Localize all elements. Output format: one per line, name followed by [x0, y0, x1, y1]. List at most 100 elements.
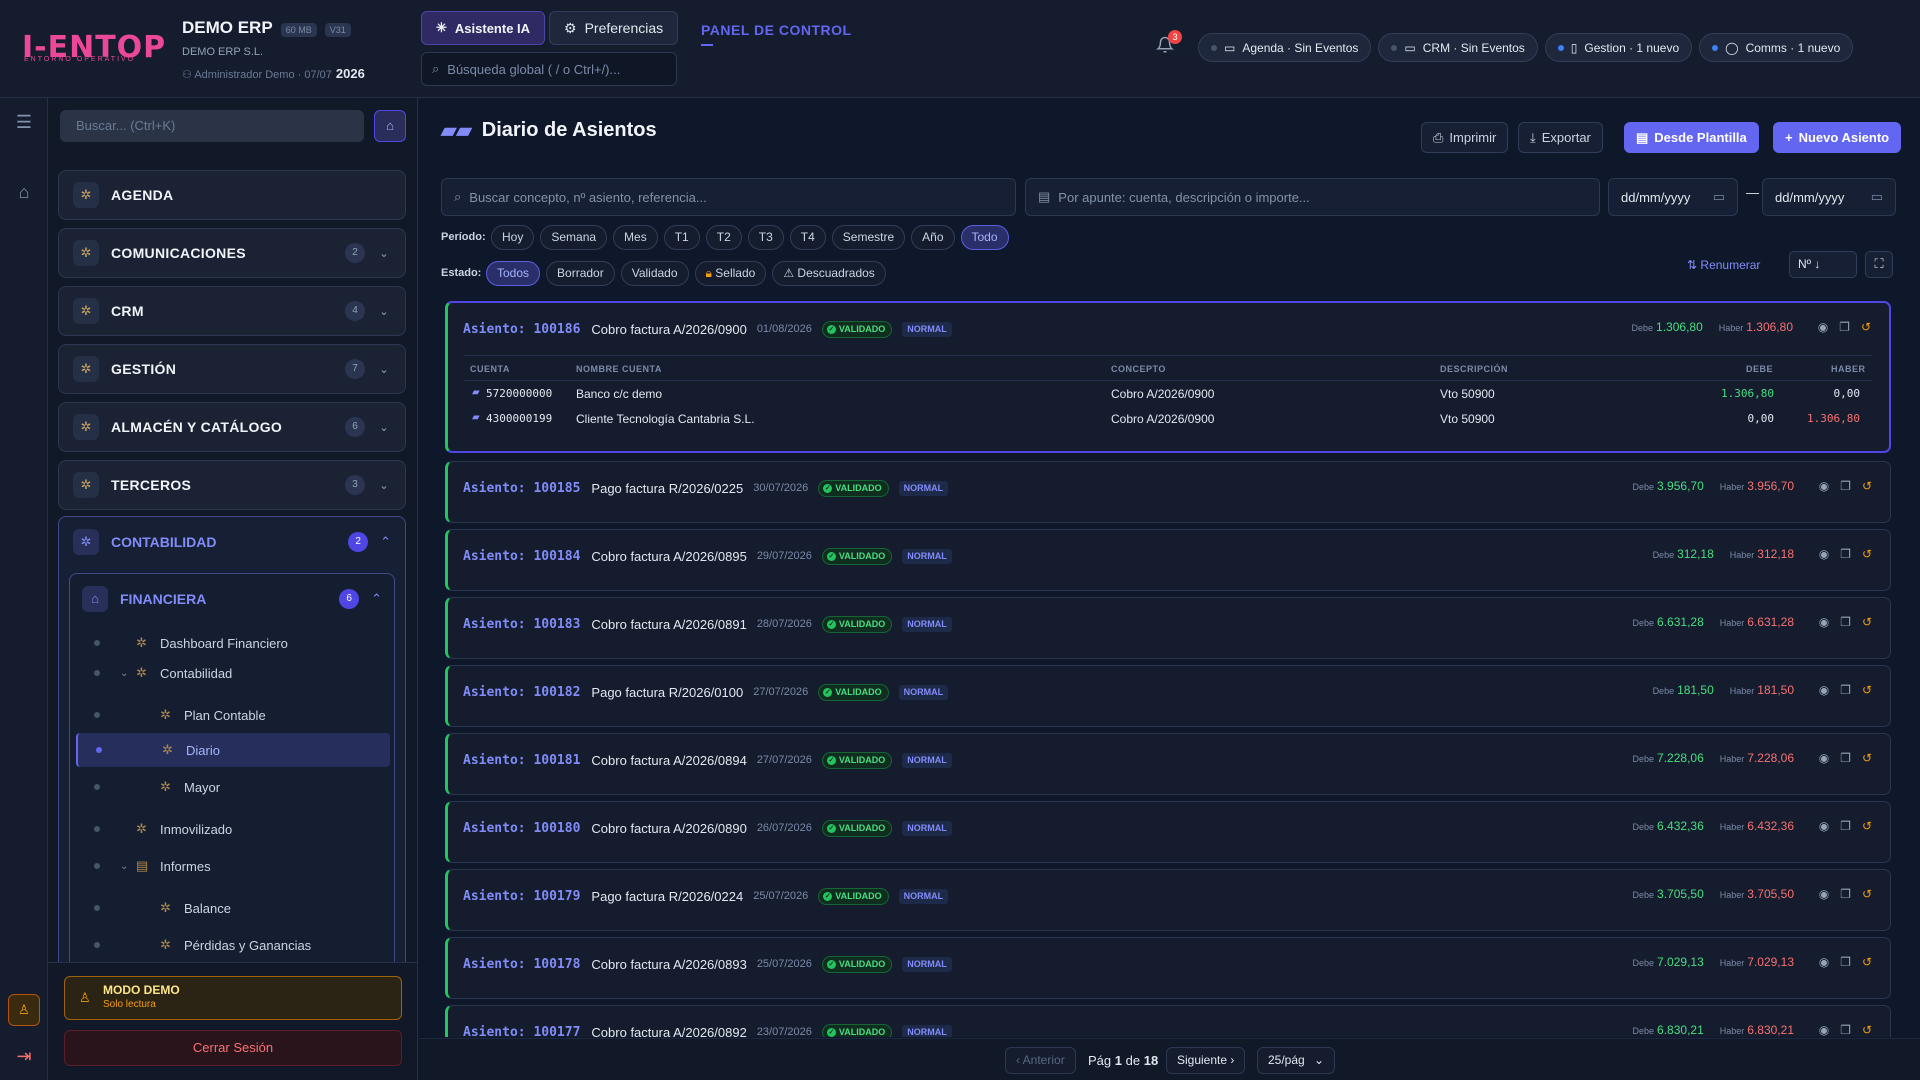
menu-icon[interactable]: ☰: [13, 112, 35, 134]
status-validado[interactable]: Validado: [620, 261, 689, 286]
revert-icon[interactable]: ↺: [1862, 615, 1872, 629]
control-panel-link[interactable]: PANEL DE CONTROL: [701, 22, 852, 46]
copy-icon[interactable]: ❐: [1840, 819, 1851, 833]
sidebar-item-almacen[interactable]: ✲ ALMACÉN Y CATÁLOGO 6 ⌄: [58, 402, 406, 452]
pill-comms[interactable]: ◯ Comms · 1 nuevo: [1699, 33, 1854, 62]
entry-card[interactable]: Asiento: 100181 Cobro factura A/2026/0894…: [445, 733, 1891, 795]
ai-assistant-button[interactable]: ✳ Asistente IA: [421, 11, 546, 45]
revert-icon[interactable]: ↺: [1862, 479, 1872, 493]
period-mes[interactable]: Mes: [613, 225, 658, 250]
financiera-header[interactable]: ⌂ FINANCIERA 6 ⌃: [70, 574, 394, 624]
entry-card[interactable]: Asiento: 100184 Cobro factura A/2026/0895…: [445, 529, 1891, 591]
copy-icon[interactable]: ❐: [1840, 1023, 1851, 1037]
entry-card[interactable]: Asiento: 100182 Pago factura R/2026/0100 2…: [445, 665, 1891, 727]
eye-icon[interactable]: ◉: [1819, 615, 1829, 629]
fullscreen-icon[interactable]: ⛶: [1865, 251, 1893, 278]
status-descuadrados[interactable]: ⚠ Descuadrados: [772, 261, 886, 286]
demo-mode-icon[interactable]: ♙: [8, 994, 40, 1026]
eye-icon[interactable]: ◉: [1819, 887, 1829, 901]
tree-item-dashboard[interactable]: ✲ Dashboard Financiero: [76, 626, 390, 660]
apunte-search-input[interactable]: ▤ Por apunte: cuenta, descripción o impor…: [1025, 178, 1600, 216]
from-template-button[interactable]: ▤ Desde Plantilla: [1624, 122, 1759, 153]
print-button[interactable]: ⎙ Imprimir: [1421, 122, 1509, 153]
next-page-button[interactable]: Siguiente ›: [1166, 1047, 1246, 1074]
sidebar-item-terceros[interactable]: ✲ TERCEROS 3 ⌄: [58, 460, 406, 510]
new-entry-button[interactable]: + Nuevo Asiento: [1773, 122, 1902, 153]
copy-icon[interactable]: ❐: [1840, 547, 1851, 561]
copy-icon[interactable]: ❐: [1839, 320, 1850, 334]
concept-search-input[interactable]: ⌕ Buscar concepto, nº asiento, referencia…: [441, 178, 1016, 216]
eye-icon[interactable]: ◉: [1819, 955, 1829, 969]
prev-page-button[interactable]: ‹ Anterior: [1005, 1047, 1076, 1074]
period-t2[interactable]: T2: [705, 225, 742, 250]
copy-icon[interactable]: ❐: [1840, 479, 1851, 493]
contabilidad-header[interactable]: ✲ CONTABILIDAD 2 ⌃: [59, 517, 405, 567]
eye-icon[interactable]: ◉: [1819, 1023, 1829, 1037]
entry-card[interactable]: Asiento: 100178 Cobro factura A/2026/0893…: [445, 937, 1891, 999]
status-sellado[interactable]: 🔒︎ Sellado: [694, 261, 767, 286]
eye-icon[interactable]: ◉: [1819, 819, 1829, 833]
table-row[interactable]: ▰ 4300000199 Cliente Tecnología Cantabria …: [464, 406, 1872, 431]
sidebar-item-agenda[interactable]: ✲ AGENDA: [58, 170, 406, 220]
entry-card[interactable]: Asiento: 100183 Cobro factura A/2026/0891…: [445, 597, 1891, 659]
home-icon[interactable]: ⌂: [13, 182, 35, 204]
date-to-input[interactable]: dd/mm/yyyy ▭: [1762, 178, 1896, 216]
per-page-select[interactable]: 25/pág ⌄: [1257, 1047, 1335, 1074]
eye-icon[interactable]: ◉: [1819, 479, 1829, 493]
period-hoy[interactable]: Hoy: [491, 225, 535, 250]
period-t1[interactable]: T1: [663, 225, 700, 250]
copy-icon[interactable]: ❐: [1840, 683, 1851, 697]
period-t3[interactable]: T3: [747, 225, 784, 250]
notifications-button[interactable]: 3: [1155, 30, 1182, 58]
copy-icon[interactable]: ❐: [1840, 887, 1851, 901]
period-todo[interactable]: Todo: [960, 225, 1009, 250]
preferences-button[interactable]: ⚙ Preferencias: [549, 11, 679, 45]
logout-button[interactable]: Cerrar Sesión: [64, 1030, 402, 1066]
sort-select[interactable]: Nº ↓: [1789, 251, 1857, 278]
tree-item-pyg[interactable]: ✲ Pérdidas y Ganancias: [76, 928, 390, 962]
sidebar-item-comunicaciones[interactable]: ✲ COMUNICACIONES 2 ⌄: [58, 228, 406, 278]
renumber-button[interactable]: ⇅ Renumerar: [1687, 258, 1760, 272]
revert-icon[interactable]: ↺: [1862, 887, 1872, 901]
period-semana[interactable]: Semana: [540, 225, 608, 250]
pill-agenda[interactable]: ▭ Agenda · Sin Eventos: [1198, 33, 1372, 62]
eye-icon[interactable]: ◉: [1818, 320, 1828, 334]
entry-card[interactable]: Asiento: 100179 Pago factura R/2026/0224 2…: [445, 869, 1891, 931]
pin-icon[interactable]: ⌂: [374, 110, 406, 142]
sidebar-search-input[interactable]: Buscar... (Ctrl+K): [60, 110, 364, 142]
revert-icon[interactable]: ↺: [1862, 1023, 1872, 1037]
revert-icon[interactable]: ↺: [1862, 955, 1872, 969]
period-t4[interactable]: T4: [789, 225, 826, 250]
revert-icon[interactable]: ↺: [1862, 547, 1872, 561]
global-search-input[interactable]: ⌕ Búsqueda global ( / o Ctrl+/)...: [421, 52, 677, 86]
copy-icon[interactable]: ❐: [1840, 955, 1851, 969]
revert-icon[interactable]: ↺: [1862, 819, 1872, 833]
tree-item-mayor[interactable]: ✲ Mayor: [76, 770, 390, 804]
entry-card[interactable]: Asiento: 100185 Pago factura R/2026/0225 3…: [445, 461, 1891, 523]
eye-icon[interactable]: ◉: [1819, 547, 1829, 561]
pill-gestion[interactable]: ▯ Gestion · 1 nuevo: [1544, 33, 1693, 62]
period-semestre[interactable]: Semestre: [831, 225, 906, 250]
sidebar-item-crm[interactable]: ✲ CRM 4 ⌄: [58, 286, 406, 336]
table-row[interactable]: ▰ 5720000000 Banco c/c demo Cobro A/2026/09…: [464, 381, 1872, 406]
entry-card[interactable]: Asiento: 100186 Cobro factura A/2026/0900…: [445, 301, 1891, 453]
tree-item-balance[interactable]: ✲ Balance: [76, 891, 390, 925]
sidebar-item-gestion[interactable]: ✲ GESTIÓN 7 ⌄: [58, 344, 406, 394]
revert-icon[interactable]: ↺: [1862, 683, 1872, 697]
copy-icon[interactable]: ❐: [1840, 751, 1851, 765]
entry-card[interactable]: Asiento: 100180 Cobro factura A/2026/0890…: [445, 801, 1891, 863]
revert-icon[interactable]: ↺: [1862, 751, 1872, 765]
pill-crm[interactable]: ▭ CRM · Sin Eventos: [1378, 33, 1538, 62]
tree-item-diario[interactable]: ✲ Diario: [76, 733, 390, 767]
export-button[interactable]: ⤓ Exportar: [1518, 122, 1603, 153]
tree-item-informes[interactable]: ⌄ ▤ Informes: [76, 849, 390, 883]
logout-icon[interactable]: ⇥: [13, 1046, 35, 1068]
period-ano[interactable]: Año: [911, 225, 955, 250]
tree-item-contabilidad[interactable]: ⌄ ✲ Contabilidad: [76, 656, 390, 690]
status-borrador[interactable]: Borrador: [546, 261, 615, 286]
tree-item-plan-contable[interactable]: ✲ Plan Contable: [76, 698, 390, 732]
eye-icon[interactable]: ◉: [1819, 683, 1829, 697]
revert-icon[interactable]: ↺: [1861, 320, 1871, 334]
status-todos[interactable]: Todos: [486, 261, 541, 286]
date-from-input[interactable]: dd/mm/yyyy ▭: [1608, 178, 1738, 216]
